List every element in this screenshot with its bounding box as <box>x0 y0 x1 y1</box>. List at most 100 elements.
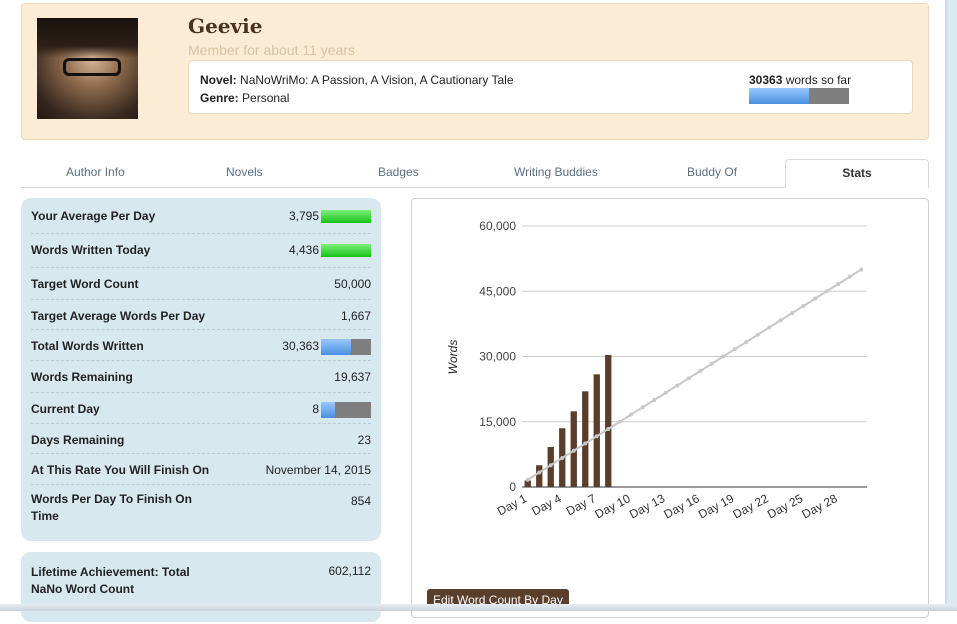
x-tick-label: Day 4 <box>529 491 564 518</box>
novel-label: Novel: <box>200 73 237 87</box>
target-point <box>618 420 622 424</box>
stat-green-bar <box>321 210 371 223</box>
stat-value: 30,363 <box>282 339 319 353</box>
target-point <box>721 355 725 359</box>
x-tick-label: Day 10 <box>593 491 633 521</box>
stat-value-wrap: 23 <box>358 433 371 447</box>
target-point <box>526 478 530 482</box>
word-count-bar <box>582 391 588 487</box>
stat-value-wrap: 4,436 <box>289 243 371 257</box>
stat-row: Target Word Count 50,000 <box>31 268 371 300</box>
x-tick-label: Day 16 <box>662 491 702 521</box>
profile-tabs: Author Info Novels Badges Writing Buddie… <box>21 159 929 188</box>
stat-value-wrap: 854 <box>351 494 371 508</box>
stat-row: Your Average Per Day 3,795 <box>31 198 371 234</box>
stat-row: Words Written Today4,436 <box>31 234 371 268</box>
stat-value: 23 <box>358 433 371 447</box>
word-count: 30363 words so far <box>749 73 851 87</box>
target-point <box>848 275 852 279</box>
stat-value-wrap: November 14, 2015 <box>266 463 371 477</box>
target-point <box>744 340 748 344</box>
x-tick-label: Day 19 <box>696 491 736 521</box>
lifetime-value: 602,112 <box>329 564 372 578</box>
stat-value-wrap: 50,000 <box>334 277 371 291</box>
lifetime-achievement: Lifetime Achievement: Total NaNo Word Co… <box>21 552 381 622</box>
genre-value: Personal <box>242 91 289 105</box>
stat-value: November 14, 2015 <box>266 463 371 477</box>
novel-progress-fill <box>749 88 809 104</box>
x-tick-label: Day 1 <box>495 491 530 518</box>
stat-row: Total Words Written30,363 <box>31 330 371 361</box>
stat-progress-bar <box>321 402 371 418</box>
stat-label: Target Word Count <box>31 277 139 291</box>
target-point <box>629 412 633 416</box>
target-point <box>537 471 541 475</box>
tab-novels[interactable]: Novels <box>226 165 263 179</box>
target-point <box>687 376 691 380</box>
target-point <box>802 304 806 308</box>
chart-svg: 015,00030,00045,00060,000WordsDay 1Day 4… <box>412 199 930 619</box>
stat-row: Words Remaining 19,637 <box>31 361 371 393</box>
stat-value-wrap: 30,363 <box>282 339 371 355</box>
y-tick-label: 0 <box>509 480 516 494</box>
word-count-value: 30363 <box>749 73 782 87</box>
word-count-bar <box>594 374 600 487</box>
tab-buddy-of[interactable]: Buddy Of <box>687 165 737 179</box>
target-point <box>756 333 760 337</box>
username[interactable]: Geevie <box>188 14 262 38</box>
y-tick-label: 60,000 <box>479 219 516 233</box>
stat-label: Your Average Per Day <box>31 209 155 223</box>
stat-value-wrap: 3,795 <box>289 209 371 223</box>
target-point <box>664 391 668 395</box>
avatar-glasses <box>63 58 121 76</box>
profile-header: Geevie Member for about 11 years Novel: … <box>21 3 929 140</box>
stat-label: Current Day <box>31 402 100 416</box>
lifetime-label: Lifetime Achievement: Total NaNo Word Co… <box>31 564 211 598</box>
tab-author-info[interactable]: Author Info <box>66 165 125 179</box>
target-point <box>767 325 771 329</box>
avatar[interactable] <box>37 18 138 119</box>
novel-title[interactable]: NaNoWriMo: A Passion, A Vision, A Cautio… <box>240 73 514 87</box>
word-count-bar <box>536 465 542 487</box>
word-count-suffix: words so far <box>786 73 851 87</box>
tab-stats[interactable]: Stats <box>785 159 929 188</box>
genre-line: Genre: Personal <box>200 91 289 105</box>
target-point <box>675 384 679 388</box>
stat-value-wrap: 19,637 <box>334 370 371 384</box>
genre-label: Genre: <box>200 91 239 105</box>
target-line <box>528 270 862 480</box>
x-tick-label: Day 28 <box>800 491 840 521</box>
stat-row: Target Average Words Per Day1,667 <box>31 300 371 330</box>
stat-label: Words Per Day To Finish On Time <box>31 491 201 525</box>
avatar-hair <box>37 18 138 58</box>
stat-label: Words Remaining <box>31 370 133 384</box>
target-point <box>859 268 863 272</box>
target-point <box>641 405 645 409</box>
novel-summary: Novel: NaNoWriMo: A Passion, A Vision, A… <box>188 60 913 114</box>
stat-label: Days Remaining <box>31 433 124 447</box>
target-point <box>652 398 656 402</box>
x-tick-label: Day 25 <box>765 491 805 521</box>
os-taskbar <box>0 604 957 611</box>
target-point <box>583 442 587 446</box>
target-point <box>825 289 829 293</box>
stat-value-wrap: 8 <box>312 402 371 418</box>
stat-value: 50,000 <box>334 277 371 291</box>
target-point <box>813 297 817 301</box>
tab-badges[interactable]: Badges <box>378 165 419 179</box>
x-tick-label: Day 7 <box>564 491 599 518</box>
target-point <box>836 282 840 286</box>
target-point <box>606 427 610 431</box>
y-tick-label: 45,000 <box>479 284 516 298</box>
stat-row: At This Rate You Will Finish On November … <box>31 454 371 485</box>
page-scroll-rail <box>945 0 957 611</box>
target-point <box>549 463 553 467</box>
stat-row: Words Per Day To Finish On Time 854 <box>31 485 371 531</box>
stat-row: Days Remaining 23 <box>31 424 371 454</box>
tab-writing-buddies[interactable]: Writing Buddies <box>514 165 598 179</box>
stats-panel: Your Average Per Day 3,795 Words Written T… <box>21 198 381 541</box>
target-point <box>595 434 599 438</box>
stat-value: 19,637 <box>334 370 371 384</box>
stat-label: At This Rate You Will Finish On <box>31 463 209 477</box>
target-point <box>733 347 737 351</box>
